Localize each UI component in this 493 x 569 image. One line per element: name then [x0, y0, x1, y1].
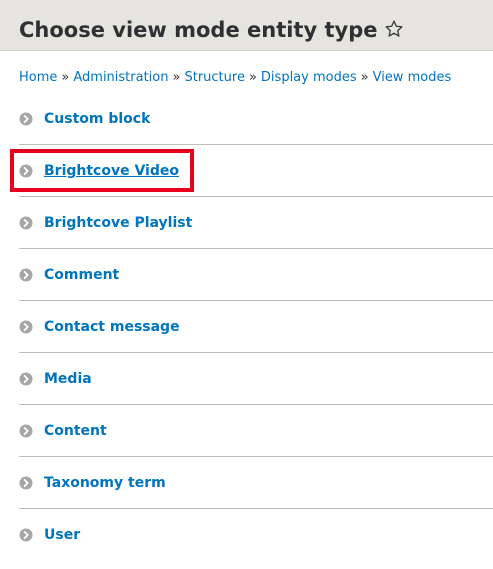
list-item: Brightcove Video	[19, 145, 493, 197]
breadcrumb-separator: »	[360, 70, 369, 85]
breadcrumb-separator: »	[61, 70, 70, 85]
entity-type-link-contact-message[interactable]: Contact message	[19, 319, 180, 335]
arrow-right-circle-icon	[19, 476, 33, 490]
list-item: User	[19, 509, 493, 560]
page-title: Choose view mode entity type	[19, 15, 404, 47]
arrow-right-circle-icon	[19, 112, 33, 126]
arrow-right-circle-icon	[19, 320, 33, 334]
breadcrumb-structure[interactable]: Structure	[184, 70, 244, 85]
list-item: Brightcove Playlist	[19, 197, 493, 249]
entity-type-link-content[interactable]: Content	[19, 423, 107, 439]
list-item: Contact message	[19, 301, 493, 353]
star-outline-icon[interactable]	[384, 17, 404, 47]
list-item: Media	[19, 353, 493, 405]
entity-type-link-custom-block[interactable]: Custom block	[19, 111, 150, 127]
page-header: Choose view mode entity type	[0, 0, 493, 51]
page-title-text: Choose view mode entity type	[19, 18, 378, 42]
entity-type-link-user[interactable]: User	[19, 527, 80, 543]
entity-type-label: Comment	[44, 267, 120, 283]
breadcrumb-display-modes[interactable]: Display modes	[261, 70, 357, 85]
breadcrumb: Home» Administration» Structure» Display mo…	[19, 69, 451, 87]
list-item: Taxonomy term	[19, 457, 493, 509]
entity-type-label: Taxonomy term	[44, 475, 166, 491]
arrow-right-circle-icon	[19, 372, 33, 386]
breadcrumb-separator: »	[248, 70, 257, 85]
entity-type-link-comment[interactable]: Comment	[19, 267, 119, 283]
arrow-right-circle-icon	[19, 424, 33, 438]
list-item: Content	[19, 405, 493, 457]
entity-type-link-taxonomy-term[interactable]: Taxonomy term	[19, 475, 166, 491]
breadcrumb-home[interactable]: Home	[19, 70, 57, 85]
entity-type-list: Custom block Brightcove Video Brightcove…	[19, 93, 493, 560]
entity-type-label: Brightcove Playlist	[44, 215, 193, 231]
arrow-right-circle-icon	[19, 268, 33, 282]
entity-type-link-media[interactable]: Media	[19, 371, 92, 387]
list-item: Comment	[19, 249, 493, 301]
entity-type-link-brightcove-playlist[interactable]: Brightcove Playlist	[19, 215, 192, 231]
entity-type-label: Contact message	[44, 319, 180, 335]
arrow-right-circle-icon	[19, 216, 33, 230]
entity-type-label: Media	[44, 371, 92, 387]
entity-type-link-brightcove-video[interactable]: Brightcove Video	[19, 163, 179, 179]
list-item: Custom block	[19, 93, 493, 145]
page: Choose view mode entity type Home» Admini…	[0, 0, 493, 569]
entity-type-label: User	[44, 527, 81, 543]
arrow-right-circle-icon	[19, 528, 33, 542]
entity-type-label: Custom block	[44, 111, 151, 127]
breadcrumb-view-modes[interactable]: View modes	[373, 70, 452, 85]
entity-type-label: Brightcove Video	[44, 163, 179, 179]
breadcrumb-separator: »	[172, 70, 181, 85]
entity-type-label: Content	[44, 423, 107, 439]
arrow-right-circle-icon	[19, 164, 33, 178]
breadcrumb-administration[interactable]: Administration	[73, 70, 168, 85]
